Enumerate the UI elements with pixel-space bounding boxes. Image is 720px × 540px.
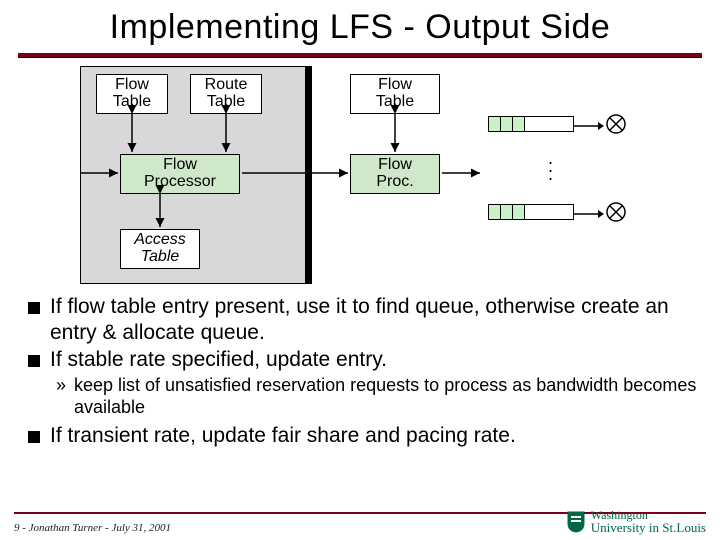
university-text: Washington University in St.Louis bbox=[591, 509, 706, 534]
university-name-bottom: University in St.Louis bbox=[591, 521, 706, 534]
queue-cell bbox=[489, 117, 501, 131]
bullet-text: If stable rate specified, update entry. bbox=[50, 347, 387, 373]
queue-cell bbox=[513, 205, 525, 219]
bullet-item: If stable rate specified, update entry. bbox=[28, 347, 698, 373]
queue-buffer bbox=[488, 116, 574, 132]
output-x-icon bbox=[606, 114, 626, 134]
bullet-list: If flow table entry present, use it to f… bbox=[0, 292, 720, 373]
footer-note: 9 - Jonathan Turner - July 31, 2001 bbox=[14, 522, 171, 534]
slide-title: Implementing LFS - Output Side bbox=[0, 0, 720, 51]
queue-arrow bbox=[574, 208, 604, 220]
bullet-square-icon bbox=[28, 302, 40, 314]
queue-cell bbox=[501, 205, 513, 219]
queue-empty bbox=[525, 117, 573, 131]
queue-cell bbox=[501, 117, 513, 131]
bullet-square-icon bbox=[28, 355, 40, 367]
slide: Implementing LFS - Output Side FlowTable… bbox=[0, 0, 720, 540]
output-x-icon bbox=[606, 202, 626, 222]
queue-buffer bbox=[488, 204, 574, 220]
vertical-ellipsis-icon: ... bbox=[548, 154, 553, 178]
bullet-item: If flow table entry present, use it to f… bbox=[28, 294, 698, 345]
diagram: FlowTable RouteTable FlowProcessor Acces… bbox=[80, 66, 640, 286]
shield-icon bbox=[567, 511, 585, 533]
chevron-icon: » bbox=[56, 375, 70, 419]
divider-thin bbox=[18, 57, 702, 58]
queue-arrow bbox=[574, 120, 604, 132]
queue-cell bbox=[489, 205, 501, 219]
bullet-text: If flow table entry present, use it to f… bbox=[50, 294, 698, 345]
university-logo: Washington University in St.Louis bbox=[567, 509, 706, 534]
bullet-list: If transient rate, update fair share and… bbox=[0, 423, 720, 449]
arrows bbox=[80, 66, 480, 286]
queue-empty bbox=[525, 205, 573, 219]
sub-bullet-text: keep list of unsatisfied reservation req… bbox=[74, 375, 698, 419]
bullet-item: If transient rate, update fair share and… bbox=[28, 423, 698, 449]
bullet-square-icon bbox=[28, 431, 40, 443]
bullet-text: If transient rate, update fair share and… bbox=[50, 423, 516, 449]
sub-bullet: » keep list of unsatisfied reservation r… bbox=[0, 375, 720, 419]
footer: 9 - Jonathan Turner - July 31, 2001 Wash… bbox=[0, 509, 720, 534]
queue-cell bbox=[513, 117, 525, 131]
